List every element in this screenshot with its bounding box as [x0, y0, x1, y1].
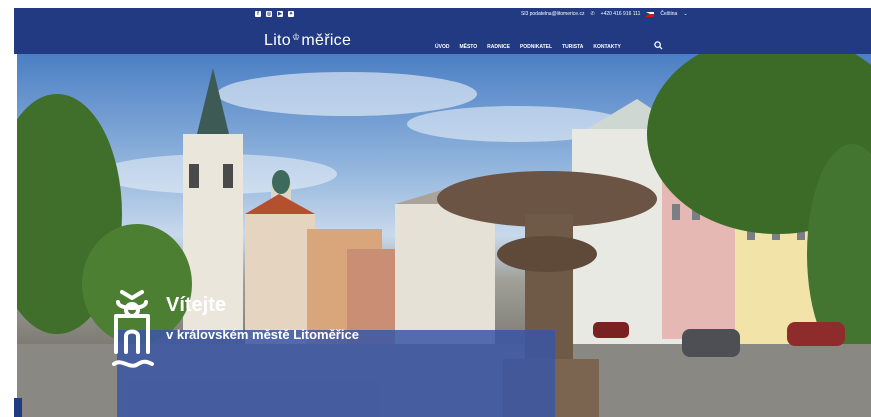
nav-item-turista[interactable]: TURISTA: [562, 44, 583, 50]
main-nav: ÚVOD MĚSTO RADNICE PODNIKATEL TURISTA KO…: [435, 44, 621, 50]
youtube-icon[interactable]: ▶: [277, 11, 283, 17]
logo-text-start: Lito: [264, 32, 291, 49]
contact-bar: Sl3 podatelna@litomerice.cz ✆ +420 416 9…: [521, 11, 688, 17]
welcome-subtitle: v královském městě Litoměřice: [166, 327, 359, 342]
nav-item-kontakty[interactable]: KONTAKTY: [593, 44, 620, 50]
nav-item-podnikatel[interactable]: PODNIKATEL: [520, 44, 552, 50]
twitter-icon[interactable]: ✦: [288, 11, 294, 17]
instagram-icon[interactable]: ◎: [266, 11, 272, 17]
town-emblem-icon: [112, 290, 154, 368]
logo-text-end: měřice: [301, 32, 352, 49]
side-feedback-tab[interactable]: [14, 398, 22, 417]
search-icon[interactable]: [654, 41, 663, 50]
czech-flag-icon: [646, 11, 655, 17]
social-links: f ◎ ▶ ✦: [255, 11, 294, 17]
nav-item-radnice[interactable]: RADNICE: [487, 44, 510, 50]
nav-item-mesto[interactable]: MĚSTO: [459, 44, 477, 50]
phone-icon: ✆: [590, 11, 595, 17]
facebook-icon[interactable]: f: [255, 11, 261, 17]
logo-crown-icon: ♔: [292, 32, 301, 42]
email-link[interactable]: Sl3 podatelna@litomerice.cz: [521, 11, 584, 17]
language-switcher[interactable]: Čeština: [660, 11, 677, 17]
welcome-title: Vítejte: [166, 294, 227, 316]
phone-link[interactable]: +420 416 916 111: [601, 11, 641, 17]
chevron-down-icon: ⌄: [683, 11, 688, 17]
site-header: f ◎ ▶ ✦ Sl3 podatelna@litomerice.cz ✆ +4…: [14, 8, 871, 54]
welcome-callout: [117, 330, 555, 417]
site-logo[interactable]: Lito♔měřice: [264, 32, 351, 50]
nav-item-uvod[interactable]: ÚVOD: [435, 44, 449, 50]
